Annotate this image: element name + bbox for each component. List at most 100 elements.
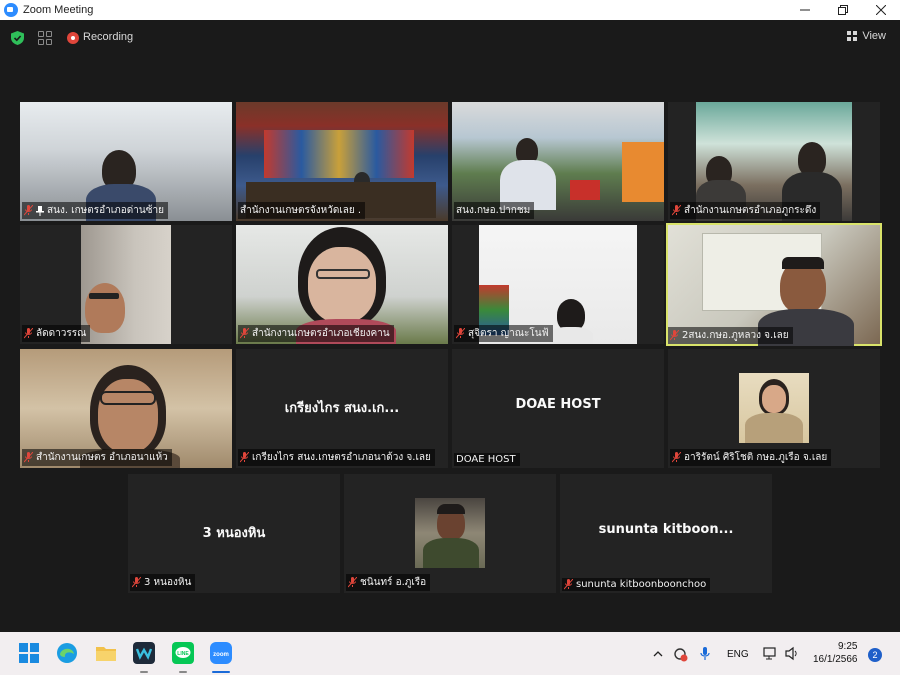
- pin-icon: [36, 205, 44, 216]
- participant-name-tag: 3 หนองหิน: [130, 574, 196, 591]
- muted-mic-icon: [24, 328, 33, 339]
- minimize-icon: [800, 9, 810, 11]
- participant-name-tag: สำนักงานเกษตรอำเภอเชียงคาน: [238, 325, 394, 342]
- close-icon: [876, 5, 886, 15]
- participant-name: สำนักงานเกษตร อำเภอนาแห้ว: [36, 452, 168, 463]
- sync-alert-icon[interactable]: [672, 646, 688, 662]
- participant-name: สนง.กษอ.ปากชม: [456, 205, 531, 216]
- notification-badge[interactable]: 2: [868, 648, 882, 662]
- participant-name-tag: สำนักงานเกษตรอำเภอภูกระดึง: [670, 202, 821, 219]
- window-titlebar: Zoom Meeting: [0, 0, 900, 20]
- participant-avatar-photo: [739, 373, 809, 443]
- webex-icon[interactable]: [133, 642, 155, 664]
- participant-tile[interactable]: สนง.กษอ.ปากชม: [452, 102, 664, 221]
- participant-tile-active-speaker[interactable]: 2สนง.กษอ.ภูหลวง จ.เลย: [666, 223, 882, 346]
- participant-name-tag: สนง. เกษตรอำเภอด่านซ้าย: [22, 202, 168, 219]
- participant-tile[interactable]: ลัดดาวรรณ: [20, 225, 232, 344]
- participant-display-name: 3 หนองหิน: [202, 526, 266, 541]
- meeting-info-grid-icon[interactable]: [38, 31, 52, 45]
- participant-tile[interactable]: สำนักงานเกษตรอำเภอเชียงคาน: [236, 225, 448, 344]
- participant-tile[interactable]: sununta kitboon... sununta kitboonboonch…: [560, 474, 772, 593]
- participant-name: เกรียงไกร สนง.เกษตรอำเภอนาด้วง จ.เลย: [252, 452, 431, 463]
- participant-tile[interactable]: สุจิตรา ญาณะโนฟ้: [452, 225, 664, 344]
- running-indicator: [140, 671, 148, 673]
- security-shield-icon[interactable]: [11, 31, 24, 45]
- participant-name-tag: สุจิตรา ญาณะโนฟ้: [454, 325, 553, 342]
- participant-name: สำนักงานเกษตรอำเภอเชียงคาน: [252, 328, 390, 339]
- muted-mic-icon: [240, 452, 249, 463]
- participant-tile[interactable]: DOAE HOST DOAE HOST: [452, 349, 664, 468]
- zoom-logo-icon: [4, 3, 18, 17]
- muted-mic-icon: [672, 452, 681, 463]
- participant-tile[interactable]: สำนักงานเกษตรอำเภอภูกระดึง: [668, 102, 880, 221]
- muted-mic-icon: [456, 328, 465, 339]
- participant-name: สำนักงานเกษตรจังหวัดเลย .: [240, 205, 362, 216]
- participant-name-tag: DOAE HOST: [454, 453, 520, 466]
- chevron-up-icon[interactable]: [653, 650, 663, 657]
- participant-tile[interactable]: ชนินทร์ อ.ภูเรือ: [344, 474, 556, 593]
- participant-tile[interactable]: อาริรัตน์ ศิริโชติ กษอ.ภูเรือ จ.เลย: [668, 349, 880, 468]
- window-title: Zoom Meeting: [23, 4, 94, 16]
- participant-name-tag: อาริรัตน์ ศิริโชติ กษอ.ภูเรือ จ.เลย: [670, 449, 832, 466]
- close-button[interactable]: [862, 0, 900, 20]
- participant-tile[interactable]: สนง. เกษตรอำเภอด่านซ้าย: [20, 102, 232, 221]
- participant-name: ลัดดาวรรณ: [36, 328, 87, 339]
- minimize-button[interactable]: [786, 0, 824, 20]
- participant-name-tag: sununta kitboonboonchoo: [562, 578, 711, 591]
- clock-time[interactable]: 9:25: [838, 641, 857, 652]
- view-button[interactable]: View: [847, 30, 886, 42]
- muted-mic-icon: [240, 328, 249, 339]
- participant-display-name: เกรียงไกร สนง.เก...: [284, 401, 400, 416]
- muted-mic-icon: [24, 452, 33, 463]
- participant-tile[interactable]: สำนักงานเกษตร อำเภอนาแห้ว: [20, 349, 232, 468]
- start-icon[interactable]: [18, 642, 40, 664]
- participant-name-tag: สำนักงานเกษตรจังหวัดเลย .: [238, 202, 366, 219]
- muted-mic-icon: [670, 330, 679, 341]
- participant-tile[interactable]: เกรียงไกร สนง.เก... เกรียงไกร สนง.เกษตรอ…: [236, 349, 448, 468]
- svg-text:zoom: zoom: [213, 652, 229, 658]
- participant-name: 3 หนองหิน: [144, 577, 192, 588]
- participant-name-tag: ลัดดาวรรณ: [22, 325, 91, 342]
- participant-name: สุจิตรา ญาณะโนฟ้: [468, 328, 549, 339]
- participant-video: [81, 225, 171, 344]
- participant-name-tag: สนง.กษอ.ปากชม: [454, 202, 535, 219]
- file-explorer-icon[interactable]: [95, 642, 117, 664]
- muted-mic-icon: [24, 205, 33, 216]
- participant-avatar-photo: [415, 498, 485, 568]
- participant-name: สนง. เกษตรอำเภอด่านซ้าย: [47, 205, 164, 216]
- active-app-indicator: [212, 671, 230, 673]
- clock-date[interactable]: 16/1/2566: [813, 654, 858, 665]
- view-label: View: [862, 30, 886, 42]
- svg-text:LINE: LINE: [177, 651, 189, 657]
- line-icon[interactable]: LINE: [172, 642, 194, 664]
- speaker-icon[interactable]: [785, 646, 799, 661]
- participant-name-tag: 2สนง.กษอ.ภูหลวง จ.เลย: [668, 327, 793, 344]
- maximize-icon: [838, 5, 848, 15]
- zoom-icon[interactable]: zoom: [210, 642, 232, 664]
- participant-name: DOAE HOST: [456, 454, 516, 465]
- participant-display-name: DOAE HOST: [515, 397, 601, 412]
- participant-name: sununta kitboonboonchoo: [576, 579, 707, 590]
- participant-tile[interactable]: สำนักงานเกษตรจังหวัดเลย .: [236, 102, 448, 221]
- windows-taskbar: LINE zoom ENG 9:25 16/1/2566: [0, 632, 900, 675]
- participant-name-tag: ชนินทร์ อ.ภูเรือ: [346, 574, 431, 591]
- participant-tile[interactable]: 3 หนองหิน 3 หนองหิน: [128, 474, 340, 593]
- muted-mic-icon: [564, 579, 573, 590]
- edge-icon[interactable]: [56, 642, 78, 664]
- running-indicator: [179, 671, 187, 673]
- maximize-button[interactable]: [824, 0, 862, 20]
- recording-icon: [67, 32, 79, 44]
- language-indicator[interactable]: ENG: [727, 649, 749, 660]
- gallery-view-icon: [847, 31, 858, 41]
- participant-name-tag: สำนักงานเกษตร อำเภอนาแห้ว: [22, 449, 172, 466]
- muted-mic-icon: [348, 577, 357, 588]
- participant-name: อาริรัตน์ ศิริโชติ กษอ.ภูเรือ จ.เลย: [684, 452, 828, 463]
- muted-mic-icon: [672, 205, 681, 216]
- participant-name: สำนักงานเกษตรอำเภอภูกระดึง: [684, 205, 817, 216]
- participant-name: 2สนง.กษอ.ภูหลวง จ.เลย: [682, 330, 789, 341]
- microphone-icon[interactable]: [699, 646, 711, 662]
- meeting-top-bar: Recording View: [0, 20, 900, 56]
- recording-label[interactable]: Recording: [83, 31, 133, 43]
- window-controls: [786, 0, 900, 20]
- network-icon[interactable]: [763, 646, 779, 661]
